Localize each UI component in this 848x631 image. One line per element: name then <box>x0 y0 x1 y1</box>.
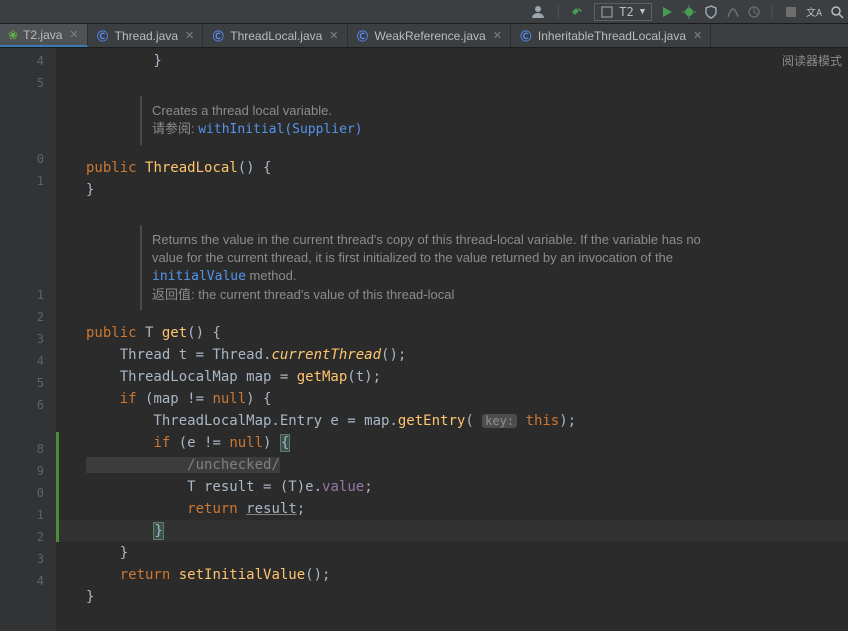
doc-text: 请参阅: <box>152 121 198 136</box>
run-config-dropdown[interactable]: T2 ▼ <box>594 3 652 21</box>
doc-text: method. <box>246 268 297 283</box>
code-line <box>56 72 848 94</box>
code-line: } <box>56 520 848 542</box>
doc-text: Returns the value in the current thread'… <box>152 231 810 249</box>
tab-thread[interactable]: Ⓒ Thread.java ✕ <box>88 24 204 47</box>
code-line: } <box>56 586 848 608</box>
javadoc-block: Returns the value in the current thread'… <box>140 225 820 310</box>
line-number: 4 <box>0 50 56 72</box>
tab-inheritable[interactable]: Ⓒ InheritableThreadLocal.java ✕ <box>511 24 711 47</box>
run-config-label: T2 <box>619 5 633 19</box>
class-icon: Ⓒ <box>211 29 225 43</box>
line-number: 8 <box>0 438 56 460</box>
tab-label: WeakReference.java <box>375 29 486 43</box>
close-icon[interactable]: ✕ <box>693 29 702 42</box>
coverage-icon[interactable] <box>704 5 718 19</box>
editor-tabs: ❀ T2.java ✕ Ⓒ Thread.java ✕ Ⓒ ThreadLoca… <box>0 24 848 48</box>
code-line: Thread t = Thread.currentThread(); <box>56 344 848 366</box>
line-number: 6 <box>0 394 56 416</box>
line-number: 1 <box>0 170 56 192</box>
chevron-down-icon: ▼ <box>640 7 645 17</box>
line-number: 3 <box>0 328 56 350</box>
main-toolbar: | T2 ▼ | 文A <box>0 0 848 24</box>
line-number: 2 <box>0 526 56 548</box>
doc-link[interactable]: initialValue <box>152 269 246 284</box>
line-gutter: 4 5 0 1 1 2 3 4 5 6 8 9 0 1 2 3 4 <box>0 48 56 631</box>
code-line: } <box>56 179 848 201</box>
svg-text:文A: 文A <box>806 6 822 19</box>
line-number: 4 <box>0 570 56 592</box>
run-icon[interactable] <box>660 5 674 19</box>
line-number: 9 <box>0 460 56 482</box>
code-line: public T get() { <box>56 322 848 344</box>
line-number: 1 <box>0 284 56 306</box>
close-icon[interactable]: ✕ <box>493 29 502 42</box>
doc-text: value for the current thread, it is firs… <box>152 249 810 267</box>
code-line <box>56 201 848 223</box>
search-icon[interactable] <box>830 5 844 19</box>
close-icon[interactable]: ✕ <box>69 28 78 41</box>
tab-label: InheritableThreadLocal.java <box>538 29 686 43</box>
code-line: ThreadLocalMap.Entry e = map.getEntry( k… <box>56 410 848 432</box>
stop-icon[interactable] <box>748 6 760 18</box>
doc-text: Creates a thread local variable. <box>152 102 810 120</box>
param-hint: key: <box>482 414 517 428</box>
profile-icon[interactable] <box>726 5 740 19</box>
user-icon[interactable] <box>530 4 546 20</box>
line-number: 5 <box>0 372 56 394</box>
line-number: 4 <box>0 350 56 372</box>
code-line: if (map != null) { <box>56 388 848 410</box>
code-line: return result; <box>56 498 848 520</box>
hammer-icon[interactable] <box>570 4 586 20</box>
debug-icon[interactable] <box>682 5 696 19</box>
tab-t2[interactable]: ❀ T2.java ✕ <box>0 24 88 47</box>
doc-text: 返回值: the current thread's value of this … <box>152 286 810 304</box>
class-icon: Ⓒ <box>519 29 533 43</box>
code-line: /unchecked/ <box>56 454 848 476</box>
code-line: if (e != null) { <box>56 432 848 454</box>
line-number: 3 <box>0 548 56 570</box>
doc-link[interactable]: withInitial(Supplier) <box>198 122 362 137</box>
close-icon[interactable]: ✕ <box>185 29 194 42</box>
translate-icon[interactable]: 文A <box>806 5 822 19</box>
code-area[interactable]: } Creates a thread local variable. 请参阅: … <box>56 48 848 631</box>
line-number: 1 <box>0 504 56 526</box>
line-number: 0 <box>0 148 56 170</box>
code-line: T result = (T)e.value; <box>56 476 848 498</box>
tab-label: T2.java <box>23 28 62 42</box>
code-line: } <box>56 542 848 564</box>
code-line: ThreadLocalMap map = getMap(t); <box>56 366 848 388</box>
javadoc-block: Creates a thread local variable. 请参阅: wi… <box>140 96 820 145</box>
close-icon[interactable]: ✕ <box>329 29 338 42</box>
tab-weakref[interactable]: Ⓒ WeakReference.java ✕ <box>348 24 511 47</box>
code-editor[interactable]: 4 5 0 1 1 2 3 4 5 6 8 9 0 1 2 3 4 } Crea… <box>0 48 848 631</box>
class-icon: Ⓒ <box>96 29 110 43</box>
line-number: 0 <box>0 482 56 504</box>
tab-label: Thread.java <box>115 29 178 43</box>
tab-label: ThreadLocal.java <box>230 29 322 43</box>
code-line: } <box>56 50 848 72</box>
class-icon: Ⓒ <box>356 29 370 43</box>
git-icon[interactable] <box>784 5 798 19</box>
code-line: return setInitialValue(); <box>56 564 848 586</box>
line-number: 2 <box>0 306 56 328</box>
leaf-icon: ❀ <box>8 28 18 42</box>
tab-threadlocal[interactable]: Ⓒ ThreadLocal.java ✕ <box>203 24 347 47</box>
code-line: public ThreadLocal() { <box>56 157 848 179</box>
line-number: 5 <box>0 72 56 94</box>
